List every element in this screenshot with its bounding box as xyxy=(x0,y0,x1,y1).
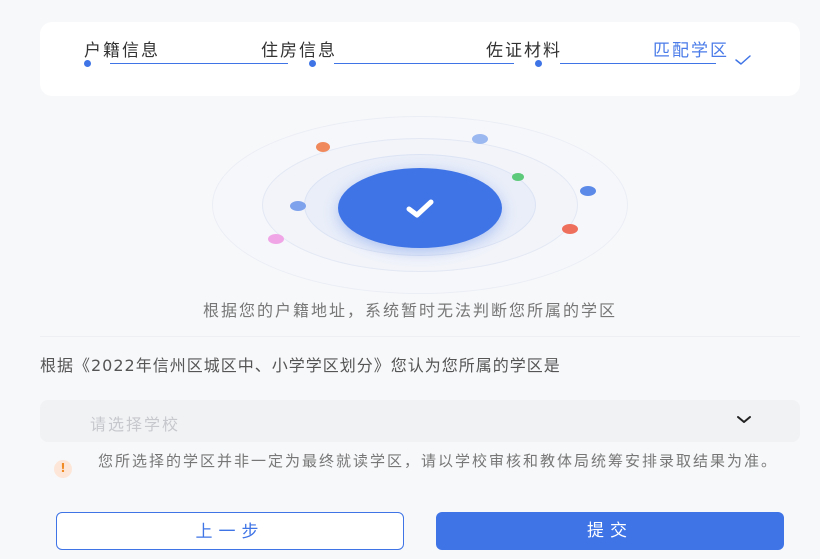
step-dot-household xyxy=(84,60,91,67)
previous-step-button[interactable]: 上一步 xyxy=(56,512,404,550)
chevron-down-icon xyxy=(737,416,751,423)
step-dot-materials xyxy=(535,60,542,67)
submit-button[interactable]: 提交 xyxy=(436,512,784,550)
school-select-placeholder: 请选择学校 xyxy=(90,415,181,434)
step-label-materials: 佐证材料 xyxy=(486,41,562,61)
school-select[interactable]: 请选择学校 xyxy=(40,400,800,442)
step-connector xyxy=(560,63,716,64)
step-dot-housing xyxy=(309,60,316,67)
divider xyxy=(40,336,800,337)
result-message: 根据您的户籍地址，系统暂时无法判断您所属的学区 xyxy=(202,301,617,320)
step-check-icon xyxy=(735,55,751,65)
check-circle xyxy=(338,168,502,248)
orbit-dot-blue xyxy=(580,186,596,196)
success-illustration xyxy=(200,110,640,300)
check-icon xyxy=(406,199,434,218)
step-label-housing: 住房信息 xyxy=(261,41,337,61)
orbit-dot-pink xyxy=(268,234,284,244)
step-label-household: 户籍信息 xyxy=(84,41,160,61)
orbit-dot-orange xyxy=(316,142,330,152)
step-label-match-district: 匹配学区 xyxy=(653,41,729,61)
notice-text: 您所选择的学区并非一定为最终就读学区，请以学校审核和教体局统筹安排录取结果为准。 xyxy=(98,452,779,470)
orbit-dot-mid-blue xyxy=(290,201,306,211)
step-connector xyxy=(110,63,288,64)
step-connector xyxy=(334,63,514,64)
warning-icon: ! xyxy=(54,460,72,478)
step-progress-card: 户籍信息 住房信息 佐证材料 匹配学区 xyxy=(40,22,800,96)
orbit-dot-light-blue xyxy=(472,134,488,144)
district-question: 根据《2022年信州区城区中、小学学区划分》您认为您所属的学区是 xyxy=(40,356,561,375)
orbit-dot-green xyxy=(512,173,524,181)
orbit-dot-red xyxy=(562,224,578,234)
